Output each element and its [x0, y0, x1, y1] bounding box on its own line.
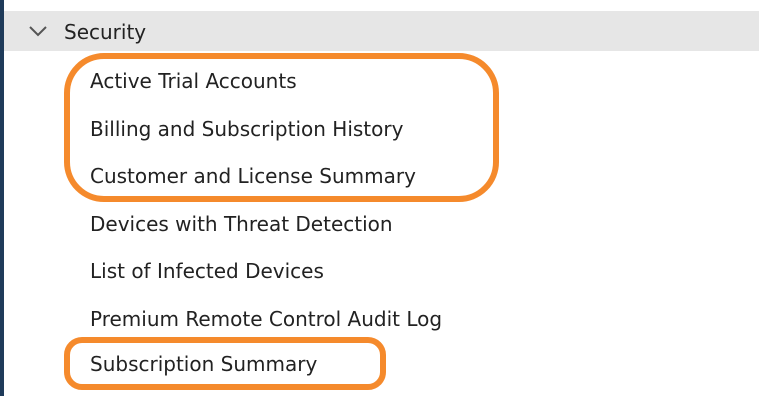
report-link-active-trial-accounts[interactable]: Active Trial Accounts: [90, 66, 297, 96]
report-link-devices-with-threat-detection[interactable]: Devices with Threat Detection: [90, 209, 393, 239]
report-link-customer-and-license-summary[interactable]: Customer and License Summary: [90, 161, 416, 191]
report-link-subscription-summary[interactable]: Subscription Summary: [90, 349, 317, 379]
report-link-list-of-infected-devices[interactable]: List of Infected Devices: [90, 256, 324, 286]
reports-panel: Security Active Trial Accounts Billing a…: [4, 0, 759, 396]
report-link-billing-and-subscription-history[interactable]: Billing and Subscription History: [90, 114, 403, 144]
report-list: Active Trial Accounts Billing and Subscr…: [4, 0, 759, 396]
report-link-premium-remote-control-audit-log[interactable]: Premium Remote Control Audit Log: [90, 304, 442, 334]
